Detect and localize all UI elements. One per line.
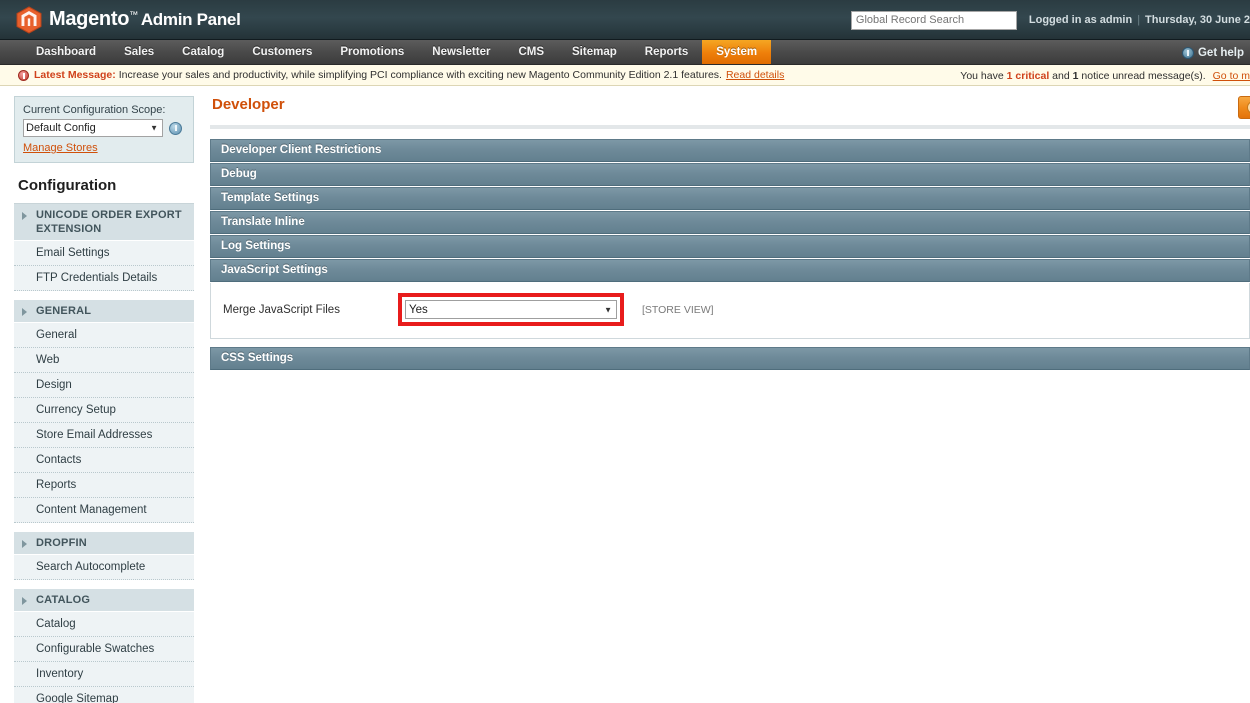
nav-item-catalog[interactable]: Catalog: [168, 40, 238, 64]
sidebar-item-reports[interactable]: Reports: [14, 473, 194, 498]
section-developer-client-restrictions[interactable]: Developer Client Restrictions: [210, 139, 1250, 162]
sidebar-item-configurable-swatches[interactable]: Configurable Swatches: [14, 637, 194, 662]
section-css-settings[interactable]: CSS Settings: [210, 347, 1250, 370]
header-session-info: Logged in as admin | Thursday, 30 June 2: [1029, 14, 1250, 26]
nav-item-cms[interactable]: CMS: [504, 40, 558, 64]
sidebar-item-web[interactable]: Web: [14, 348, 194, 373]
nav-item-system[interactable]: System: [702, 40, 772, 64]
page-body: Current Configuration Scope: Default Con…: [0, 86, 1250, 703]
scope-row: Default Config: [23, 119, 185, 137]
section-log-settings[interactable]: Log Settings: [210, 235, 1250, 258]
merge-javascript-files-row: Merge JavaScript Files Yes [STORE VIEW]: [211, 293, 1249, 326]
save-config-button[interactable]: ✓ S: [1238, 96, 1250, 119]
merge-javascript-files-scope-note: [STORE VIEW]: [642, 303, 714, 316]
merge-javascript-files-select[interactable]: Yes: [405, 300, 617, 319]
logged-in-label: Logged in as admin: [1028, 14, 1133, 26]
nav-item-customers[interactable]: Customers: [238, 40, 326, 64]
sidebar-item-design[interactable]: Design: [14, 373, 194, 398]
sidebar-group-unicode-order-export-extension[interactable]: UNICODE ORDER EXPORT EXTENSION: [14, 204, 194, 241]
content-header: Developer ✓ S: [210, 96, 1250, 119]
sidebar-gap: [14, 523, 194, 532]
merge-select-wrap: Yes: [405, 300, 617, 319]
sidebar-group-general[interactable]: GENERAL: [14, 300, 194, 323]
section-debug[interactable]: Debug: [210, 163, 1250, 186]
main-navigation: Dashboard Sales Catalog Customers Promot…: [0, 40, 1250, 65]
critical-word: critical: [1015, 69, 1050, 82]
configuration-scope-panel: Current Configuration Scope: Default Con…: [14, 96, 194, 163]
go-to-messages-link[interactable]: Go to m: [1213, 70, 1250, 82]
sidebar-item-contacts[interactable]: Contacts: [14, 448, 194, 473]
scope-select-wrap: Default Config: [23, 119, 163, 137]
nav-item-newsletter[interactable]: Newsletter: [418, 40, 504, 64]
section-javascript-settings[interactable]: JavaScript Settings: [210, 259, 1250, 282]
unread-middle: and: [1052, 69, 1070, 82]
configuration-nav-list: UNICODE ORDER EXPORT EXTENSION Email Set…: [14, 204, 194, 703]
main-content: Developer ✓ S Developer Client Restricti…: [194, 86, 1250, 703]
nav-item-sales[interactable]: Sales: [110, 40, 168, 64]
unread-messages-summary: You have 1 critical and 1 notice unread …: [960, 65, 1250, 86]
sidebar-item-content-management[interactable]: Content Management: [14, 498, 194, 523]
sidebar-item-ftp-credentials-details[interactable]: FTP Credentials Details: [14, 266, 194, 291]
sidebar-item-general[interactable]: General: [14, 323, 194, 348]
sidebar-item-catalog[interactable]: Catalog: [14, 612, 194, 637]
question-circle-icon: [1181, 46, 1194, 59]
sidebar-item-store-email-addresses[interactable]: Store Email Addresses: [14, 423, 194, 448]
sidebar-item-search-autocomplete[interactable]: Search Autocomplete: [14, 555, 194, 580]
logo-area[interactable]: Magento™ Admin Panel: [16, 5, 241, 34]
sidebar-item-email-settings[interactable]: Email Settings: [14, 241, 194, 266]
javascript-settings-body: Merge JavaScript Files Yes [STORE VIEW]: [210, 283, 1250, 339]
sidebar-item-google-sitemap[interactable]: Google Sitemap: [14, 687, 194, 703]
sidebar-item-currency-setup[interactable]: Currency Setup: [14, 398, 194, 423]
header-right-group: Logged in as admin | Thursday, 30 June 2: [850, 0, 1250, 40]
configuration-heading: Configuration: [14, 163, 194, 204]
brand-trademark: ™: [129, 9, 138, 20]
configuration-sidebar: Current Configuration Scope: Default Con…: [0, 86, 194, 703]
help-circle-icon[interactable]: [169, 121, 182, 135]
brand-magento: Magento: [49, 8, 130, 30]
sidebar-item-inventory[interactable]: Inventory: [14, 662, 194, 687]
header-separator: |: [1137, 14, 1141, 26]
config-sections: Developer Client Restrictions Debug Temp…: [210, 139, 1250, 370]
merge-javascript-files-highlight: Yes: [398, 293, 624, 326]
alert-circle-icon: [18, 69, 29, 81]
critical-count: 1: [1006, 69, 1013, 82]
sidebar-group-dropfin[interactable]: DROPFIN: [14, 532, 194, 555]
unread-prefix: You have: [960, 69, 1004, 82]
configuration-scope-select[interactable]: Default Config: [23, 119, 163, 137]
notice-count: 1: [1072, 69, 1079, 82]
get-help-link[interactable]: Get help: [1181, 40, 1244, 65]
manage-stores-link[interactable]: Manage Stores: [23, 142, 98, 154]
nav-item-reports[interactable]: Reports: [631, 40, 702, 64]
scope-label: Current Configuration Scope:: [23, 104, 166, 116]
latest-message-bar: Latest Message: Increase your sales and …: [0, 65, 1250, 86]
merge-javascript-files-label: Merge JavaScript Files: [223, 303, 340, 316]
magento-hexagon-logo-icon: [16, 5, 42, 34]
read-details-link[interactable]: Read details: [726, 69, 784, 81]
title-divider: [210, 125, 1250, 129]
global-search-input[interactable]: [850, 10, 1017, 30]
header-date: Thursday, 30 June 2: [1145, 14, 1250, 26]
app-header: Magento™Admin Panel Logged in as admin | T…: [0, 0, 1250, 40]
brand-title: Magento™ Admin Panel: [49, 8, 241, 31]
section-translate-inline[interactable]: Translate Inline: [210, 211, 1250, 234]
get-help-label: Get help: [1197, 46, 1244, 59]
nav-item-dashboard[interactable]: Dashboard: [22, 40, 110, 64]
nav-item-sitemap[interactable]: Sitemap: [558, 40, 631, 64]
sidebar-group-catalog[interactable]: CATALOG: [14, 589, 194, 612]
section-template-settings[interactable]: Template Settings: [210, 187, 1250, 210]
latest-message-label: Latest Message:: [34, 69, 116, 81]
brand-admin-panel: Admin Panel: [140, 10, 241, 29]
notice-word: notice unread message(s).: [1081, 69, 1206, 82]
page-title: Developer: [212, 96, 285, 113]
latest-message-text: Increase your sales and productivity, wh…: [118, 69, 722, 81]
sidebar-gap: [14, 291, 194, 300]
sidebar-gap: [14, 580, 194, 589]
nav-item-promotions[interactable]: Promotions: [326, 40, 418, 64]
